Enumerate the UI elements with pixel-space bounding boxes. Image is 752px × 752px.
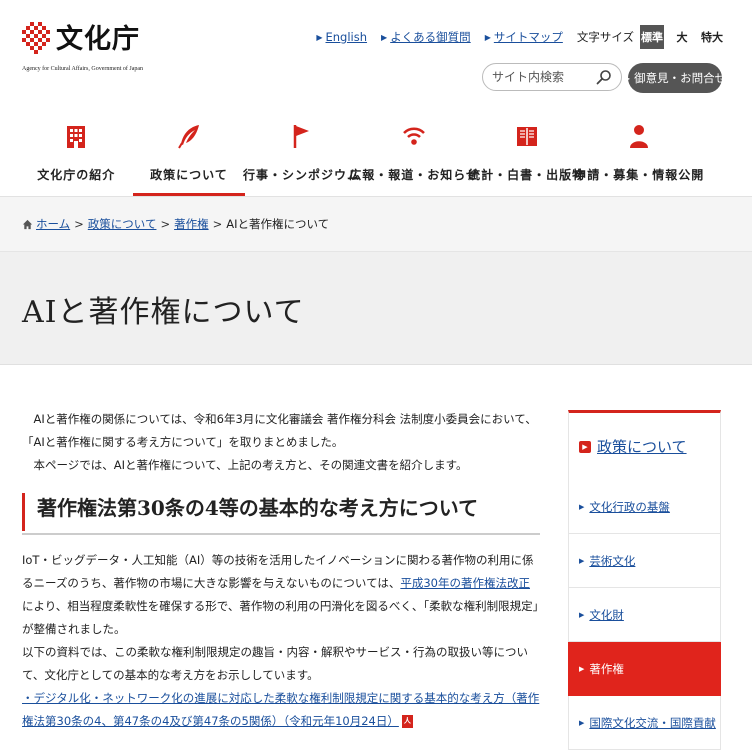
feedback-label: 御意見・お問合せ bbox=[634, 71, 727, 85]
person-icon bbox=[630, 125, 649, 148]
section-heading: 著作権法第30条の4等の基本的な考え方について bbox=[22, 493, 540, 531]
breadcrumb-separator: > bbox=[212, 217, 223, 231]
breadcrumb-policy[interactable]: 政策について bbox=[88, 216, 157, 232]
pdf-icon: 人 bbox=[401, 715, 413, 728]
home-icon bbox=[22, 219, 33, 229]
gnav-item-statistics[interactable]: 統計・白書・出版物 bbox=[468, 110, 586, 196]
side-nav-item-copyright[interactable]: ▶ 著作権 bbox=[568, 642, 721, 696]
section-body: IoT・ビッグデータ・人工知能（AI）等の技術を活用したイノベーションに関わる著… bbox=[22, 549, 540, 733]
breadcrumb-copyright[interactable]: 著作権 bbox=[174, 216, 209, 232]
book-icon bbox=[516, 127, 537, 146]
side-nav: ▶ 政策について ▶ 文化行政の基盤 ▶ 芸術文化 ▶ 文化財 ▶ 著作権 ▶ 国際文化交… bbox=[568, 410, 721, 750]
breadcrumb: ホーム > 政策について > 著作権 > AIと著作権について bbox=[22, 216, 329, 232]
side-nav-item-cultural-properties[interactable]: ▶ 文化財 bbox=[568, 588, 721, 642]
main-content: AIと著作権の関係については、令和6年3月に文化審議会 著作権分科会 法制度小委… bbox=[22, 408, 540, 733]
global-nav: 文化庁の紹介 政策について 行事・シンポジウム 広報・報道・お知らせ 統計・白書… bbox=[20, 110, 732, 196]
side-nav-heading[interactable]: ▶ 政策について bbox=[568, 410, 721, 480]
site-logo[interactable]: 文化庁 Agency for Cultural Affairs, Governm… bbox=[22, 22, 144, 82]
triangle-right-icon: ▶ bbox=[381, 32, 388, 42]
copyright-law-revision-link[interactable]: 平成30年の著作権法改正 bbox=[400, 576, 530, 590]
gnav-label: 文化庁の紹介 bbox=[37, 168, 116, 182]
search-input[interactable] bbox=[492, 70, 602, 84]
font-size-label: 文字サイズ bbox=[576, 30, 634, 44]
side-nav-item-international[interactable]: ▶ 国際文化交流・国際貢献 bbox=[568, 696, 721, 750]
gnav-label: 申請・募集・情報公開 bbox=[574, 168, 705, 182]
section-paragraph: IoT・ビッグデータ・人工知能（AI）等の技術を活用したイノベーションに関わる著… bbox=[22, 553, 539, 636]
triangle-right-icon: ▶ bbox=[484, 32, 491, 42]
feedback-button[interactable]: ▶ 御意見・お問合せ bbox=[624, 63, 726, 93]
intro-paragraph: 本ページでは、AIと著作権について、上記の考え方と、その関連文書を紹介します。 bbox=[33, 458, 468, 472]
basic-approach-document-link[interactable]: ・デジタル化・ネットワーク化の進展に対応した柔軟な権利制限規定に関する基本的な考… bbox=[22, 691, 539, 728]
site-search bbox=[482, 63, 622, 91]
logo-subtitle: Agency for Cultural Affairs, Government … bbox=[22, 66, 144, 72]
font-size-xlarge-button[interactable]: 特大 bbox=[700, 25, 724, 49]
triangle-right-icon: ▶ bbox=[316, 32, 323, 42]
square-arrow-icon: ▶ bbox=[579, 440, 591, 453]
triangle-right-icon: ▶ bbox=[623, 73, 631, 83]
building-icon bbox=[67, 126, 86, 148]
quill-pen-icon bbox=[178, 125, 199, 149]
utility-link-english[interactable]: ▶ English bbox=[316, 30, 367, 44]
breadcrumb-separator: > bbox=[74, 217, 84, 231]
triangle-right-icon: ▶ bbox=[579, 664, 585, 673]
logo-text: 文化庁 bbox=[56, 24, 140, 55]
intro: AIと著作権の関係については、令和6年3月に文化審議会 著作権分科会 法制度小委… bbox=[22, 408, 540, 477]
site-header: 文化庁 Agency for Cultural Affairs, Governm… bbox=[0, 0, 752, 110]
triangle-right-icon: ▶ bbox=[579, 610, 585, 619]
font-size-standard-button[interactable]: 標準 bbox=[640, 25, 664, 49]
side-nav-item-cultural-admin[interactable]: ▶ 文化行政の基盤 bbox=[568, 480, 721, 534]
broadcast-icon bbox=[403, 127, 425, 145]
utility-nav: ▶ English ▶ よくある御質問 ▶ サイトマップ 文字サイズ 標準 大 特大 bbox=[302, 25, 724, 49]
side-nav-item-arts[interactable]: ▶ 芸術文化 bbox=[568, 534, 721, 588]
gnav-label: 統計・白書・出版物 bbox=[468, 168, 586, 182]
side-nav-heading-link[interactable]: 政策について bbox=[597, 436, 687, 457]
breadcrumb-home[interactable]: ホーム bbox=[36, 216, 70, 232]
section-paragraph: 以下の資料では、この柔軟な権利制限規定の趣旨・内容・解釈やサービス・行為の取扱い… bbox=[22, 645, 528, 682]
gnav-label: 行事・シンポジウム bbox=[242, 168, 360, 182]
search-icon[interactable] bbox=[596, 69, 612, 85]
intro-paragraph: AIと著作権の関係については、令和6年3月に文化審議会 著作権分科会 法制度小委… bbox=[22, 412, 537, 449]
gnav-label: 広報・報道・お知らせ bbox=[349, 168, 479, 182]
breadcrumb-separator: > bbox=[160, 217, 171, 231]
gnav-item-about[interactable]: 文化庁の紹介 bbox=[20, 110, 133, 196]
page-title: AIと著作権について bbox=[22, 295, 305, 330]
triangle-right-icon: ▶ bbox=[579, 502, 585, 511]
breadcrumb-current: AIと著作権について bbox=[226, 217, 330, 231]
gnav-label: 政策について bbox=[150, 168, 228, 182]
flag-icon bbox=[294, 125, 310, 148]
section-heading-underline bbox=[22, 533, 540, 535]
utility-link-faq[interactable]: ▶ よくある御質問 bbox=[381, 29, 471, 45]
gnav-item-events[interactable]: 行事・シンポジウム bbox=[242, 110, 360, 196]
gnav-item-applications[interactable]: 申請・募集・情報公開 bbox=[574, 110, 703, 196]
logo-mark-icon bbox=[22, 22, 50, 54]
triangle-right-icon: ▶ bbox=[579, 718, 585, 727]
utility-link-sitemap[interactable]: ▶ サイトマップ bbox=[485, 29, 563, 45]
triangle-right-icon: ▶ bbox=[579, 556, 585, 565]
document-link-item: ・デジタル化・ネットワーク化の進展に対応した柔軟な権利制限規定に関する基本的な考… bbox=[22, 687, 540, 733]
gnav-item-press[interactable]: 広報・報道・お知らせ bbox=[349, 110, 478, 196]
gnav-item-policy[interactable]: 政策について bbox=[132, 110, 246, 196]
font-size-large-button[interactable]: 大 bbox=[670, 25, 694, 49]
